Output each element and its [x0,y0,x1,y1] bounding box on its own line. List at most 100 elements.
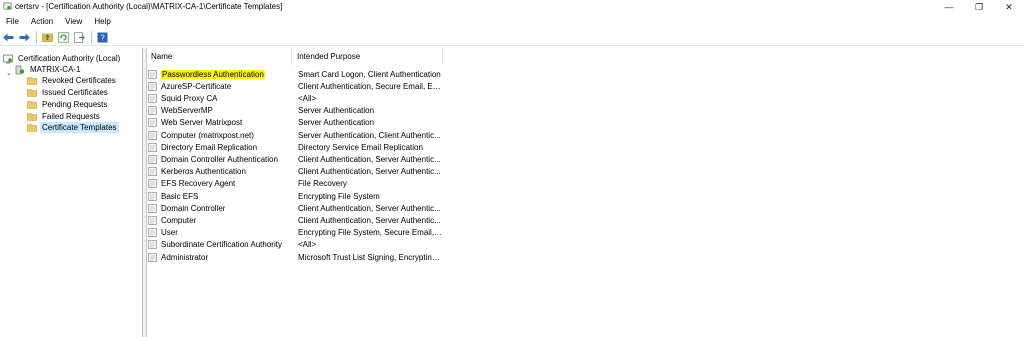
certificate-template-icon [148,118,157,128]
certificate-template-icon [148,69,157,79]
tree-item-issued-certificates[interactable]: Issued Certificates [27,87,110,98]
table-row[interactable]: Computer (matrixpost.net) Server Authenti… [147,129,447,141]
template-name-cell: AzureSP-Certificate [148,82,292,91]
template-name: Directory Email Replication [161,142,258,152]
table-row[interactable]: Squid Proxy CA <All> [147,92,447,104]
certificate-template-icon [148,216,157,225]
certificate-template-icon [148,142,157,152]
template-name-cell: Domain Controller [148,204,292,213]
certification-authority-icon [3,54,13,64]
intended-purpose-cell: Client Authentication, Secure Email, En.… [298,81,443,91]
certsrv-app-icon [3,2,12,10]
certificate-template-icon [148,130,157,140]
template-name: WebServerMP [161,106,213,116]
table-row[interactable]: Directory Email Replication Directory Ser… [147,141,447,153]
template-name: Domain Controller Authentication [161,154,278,164]
title-bar: certsrv - [Certification Authority (Loca… [0,0,1024,14]
template-name-cell: Computer (matrixpost.net) [148,131,292,140]
table-row[interactable]: Domain Controller Authentication Client A… [147,153,447,165]
tree-ca-label: MATRIX-CA-1 [30,65,81,74]
intended-purpose-cell: Directory Service Email Replication [298,142,423,152]
tree-folder-label: Certificate Templates [40,122,119,133]
folder-icon [27,100,37,109]
menu-action[interactable]: Action [25,15,59,27]
menu-view[interactable]: View [59,15,88,27]
tree-root-label: Certification Authority (Local) [18,54,121,63]
export-list-icon[interactable] [73,31,86,44]
menu-help[interactable]: Help [88,15,116,27]
template-name: EFS Recovery Agent [161,179,236,189]
template-name-cell: Administrator [148,253,292,262]
certificate-template-icon [148,179,157,189]
folder-icon [27,112,37,121]
table-row[interactable]: Basic EFS Encrypting File System [147,190,447,202]
tree-root-certification-authority[interactable]: Certification Authority (Local) [3,53,122,64]
tree-item-pending-requests[interactable]: Pending Requests [27,99,109,110]
column-header-intended-purpose[interactable]: Intended Purpose [293,48,443,65]
tree-item-failed-requests[interactable]: Failed Requests [27,111,102,122]
tree-item-matrix-ca-1[interactable]: MATRIX-CA-1 [15,64,83,75]
table-row[interactable]: Kerberos Authentication Client Authentica… [147,166,447,178]
column-header-name[interactable]: Name [147,48,292,65]
table-row[interactable]: Computer Client Authentication, Server Au… [147,214,447,226]
folder-icon [27,76,37,85]
folder-up-icon[interactable] [41,31,54,44]
tree-folder-label: Issued Certificates [42,88,108,97]
template-name-cell: Computer [148,216,292,225]
refresh-icon[interactable] [57,31,70,44]
table-row[interactable]: AzureSP-Certificate Client Authentication… [147,80,447,92]
table-row[interactable]: Passwordless Authentication Smart Card Lo… [147,68,447,80]
tree-item-revoked-certificates[interactable]: Revoked Certificates [27,75,118,86]
certificate-template-icon [148,106,157,115]
folder-icon [27,123,37,132]
menu-file[interactable]: File [0,15,25,27]
table-row[interactable]: Subordinate Certification Authority <All> [147,239,447,251]
template-name: Computer [161,215,197,225]
back-arrow-icon[interactable] [2,31,15,44]
intended-purpose-cell: Client Authentication, Server Authentic.… [298,167,441,177]
tree-item-certificate-templates[interactable]: Certificate Templates [27,122,119,133]
intended-purpose-cell: <All> [298,240,317,250]
intended-purpose-cell: Smart Card Logon, Client Authentication [298,69,441,79]
svg-text:?: ? [100,33,105,42]
tree-folder-label: Pending Requests [42,100,108,109]
template-name-cell: Domain Controller Authentication [148,155,292,164]
table-row[interactable]: Web Server Matrixpost Server Authenticati… [147,117,447,129]
certificate-template-icon [148,191,157,201]
table-row[interactable]: Domain Controller Client Authentication, … [147,202,447,214]
template-name: Web Server Matrixpost [161,118,243,128]
forward-arrow-icon[interactable] [18,31,31,44]
certificate-template-icon [148,228,157,237]
template-name-cell: Web Server Matrixpost [148,118,292,127]
ca-server-icon [15,65,25,75]
table-row[interactable]: WebServerMP Server Authentication [147,105,447,117]
results-pane: Name Intended Purpose Passwordless Authe… [147,48,1024,337]
close-button[interactable]: ✕ [994,0,1024,14]
toolbar-separator [91,31,92,43]
template-name-cell: Kerberos Authentication [148,167,292,176]
template-name-cell: Subordinate Certification Authority [148,240,292,249]
help-icon[interactable]: ? [96,31,109,44]
table-row[interactable]: EFS Recovery Agent File Recovery [147,178,447,190]
table-row[interactable]: User Encrypting File System, Secure Email… [147,227,447,239]
chevron-down-icon[interactable]: ⌄ [6,69,12,77]
window-title: certsrv - [Certification Authority (Loca… [15,2,283,11]
template-name-cell: Squid Proxy CA [148,94,292,103]
template-name-cell: WebServerMP [148,106,292,115]
certificate-template-icon [148,155,157,164]
template-name-cell: EFS Recovery Agent [148,179,292,188]
menu-bar: File Action View Help [0,15,1024,27]
folder-icon [27,88,37,97]
intended-purpose-cell: Encrypting File System, Secure Email, Cl… [298,228,443,238]
intended-purpose-cell: Server Authentication, Client Authentic.… [298,130,441,140]
toolbar: ? [0,29,1024,46]
table-row[interactable]: Administrator Microsoft Trust List Signin… [147,251,447,263]
minimize-button[interactable]: — [934,0,964,14]
intended-purpose-cell: Client Authentication, Server Authentic.… [298,203,441,213]
intended-purpose-cell: Client Authentication, Server Authentic.… [298,215,441,225]
certificate-template-icon [148,203,157,213]
intended-purpose-cell: Encrypting File System [298,191,380,201]
restore-button[interactable]: ❐ [964,0,994,14]
window-controls: — ❐ ✕ [934,0,1024,14]
intended-purpose-cell: Microsoft Trust List Signing, Encrypting… [298,252,443,262]
